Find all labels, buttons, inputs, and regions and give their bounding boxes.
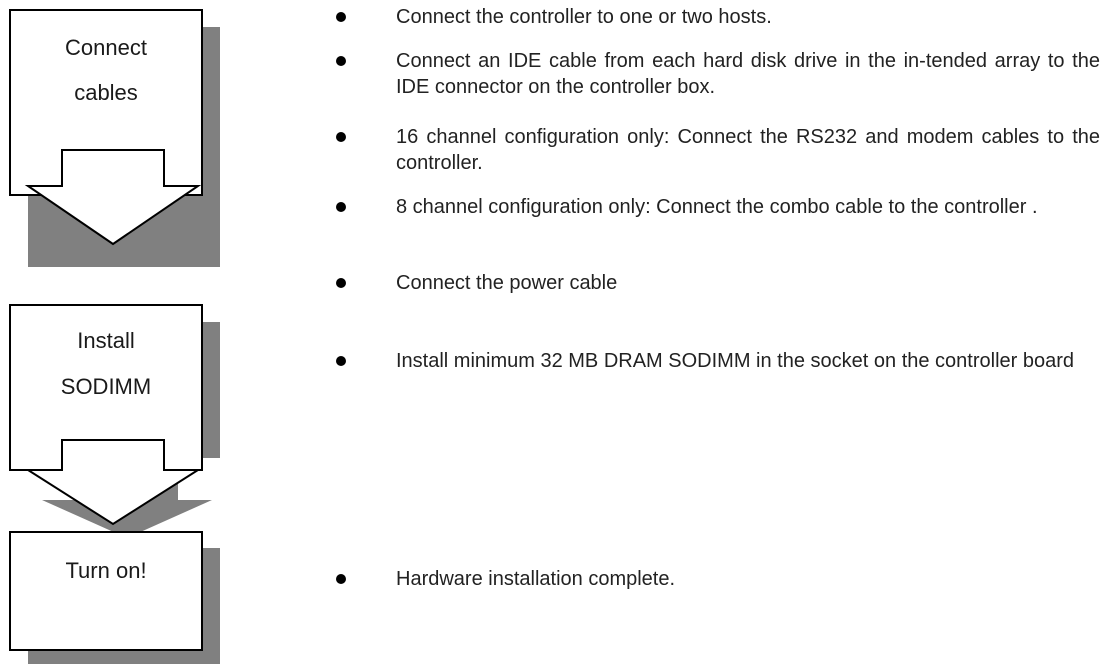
- bullet-dot-icon: [336, 356, 346, 366]
- instruction-list: Connect the controller to one or two hos…: [0, 0, 1104, 664]
- list-item-text: Connect the controller to one or two hos…: [396, 6, 772, 28]
- list-item-text: 16 channel configuration only: Connect t…: [396, 126, 1100, 174]
- bullet-dot-icon: [336, 56, 346, 66]
- list-item-text: Hardware installation complete.: [396, 568, 676, 590]
- list-item-text: Connect an IDE cable from each hard disk…: [396, 50, 1100, 98]
- bullet-dot-icon: [336, 278, 346, 288]
- bullet-dot-icon: [336, 12, 346, 22]
- list-item-text: Connect the power cable: [396, 272, 618, 294]
- bullet-dot-icon: [336, 202, 346, 212]
- bullet-dot-icon: [336, 574, 346, 584]
- list-item-text: 8 channel configuration only: Connect th…: [396, 196, 1038, 218]
- list-item-text: Install minimum 32 MB DRAM SODIMM in the…: [396, 350, 1075, 372]
- bullet-dot-icon: [336, 132, 346, 142]
